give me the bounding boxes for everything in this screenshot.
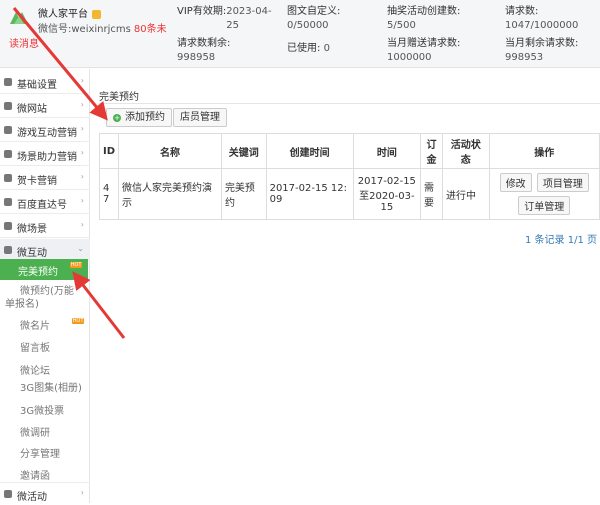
chevron-right-icon: › — [80, 488, 84, 497]
chevron-right-icon: › — [80, 172, 84, 181]
table-row: 47 微信人家完美预约演示 完美预约 2017-02-15 12:09 2017… — [98, 168, 600, 220]
table-header-row: ID 名称 关键词 创建时间 时间 订金 活动状态 操作 — [98, 133, 600, 169]
card-icon — [4, 174, 12, 182]
divider — [99, 103, 600, 104]
col-id: ID — [98, 133, 120, 169]
subnav-survey[interactable]: 微调研 — [20, 424, 50, 439]
stat-requests-remaining: 请求数剩余: 998958 — [177, 38, 231, 63]
chevron-right-icon: › — [80, 220, 84, 229]
project-manage-button[interactable]: 项目管理 — [536, 173, 589, 192]
col-status: 活动状态 — [441, 133, 490, 169]
vip-badge-icon — [92, 9, 101, 19]
plus-icon: + — [113, 114, 121, 122]
stat-news-custom: 图文自定义: 0/50000 — [287, 6, 341, 31]
unread-messages-link[interactable]: 读消息 — [9, 35, 39, 50]
add-booking-button[interactable]: + 添加预约 — [106, 108, 172, 127]
brand-name: 微人家平台 — [38, 9, 88, 20]
activity-icon — [4, 490, 12, 498]
cell-actions: 修改 项目管理 订单管理 — [488, 168, 600, 220]
cell-id: 47 — [98, 168, 120, 220]
col-keyword: 关键词 — [220, 133, 267, 169]
subnav-business-card[interactable]: 微名片 HOT — [20, 317, 84, 332]
stat-used: 已使用: 0 — [287, 43, 330, 54]
cell-time: 2017-02-15至2020-03-15 — [352, 168, 422, 220]
col-actions: 操作 — [488, 133, 600, 169]
nav-micro-activity[interactable]: 微活动 › — [0, 482, 90, 505]
col-time: 时间 — [352, 133, 422, 169]
hot-badge: HOT — [70, 262, 82, 268]
game-icon — [4, 126, 12, 134]
chevron-right-icon: › — [80, 196, 84, 205]
hot-badge: HOT — [72, 318, 84, 324]
stat-monthly-gift: 当月赠送请求数: 1000000 — [387, 38, 461, 63]
stat-requests: 请求数: 1047/1000000 — [505, 6, 579, 31]
subnav-share-manage[interactable]: 分享管理 — [20, 445, 60, 460]
nav-greeting-card[interactable]: 贺卡营销 › — [0, 167, 90, 190]
nav-scene-boost[interactable]: 场景助力营销 › — [0, 143, 90, 166]
top-header: 微人家平台 微信号:weixinrjcms 80条未 读消息 VIP有效期:202… — [0, 0, 600, 68]
logo-icon — [10, 12, 28, 24]
cell-status: 进行中 — [441, 168, 490, 220]
main-panel: 完美预约 + 添加预约 店员管理 ID 名称 关键词 创建时间 时间 订金 活动状… — [91, 69, 600, 503]
scene-icon — [4, 222, 12, 230]
sidebar: 基础设置 › 微网站 › 游戏互动营销 › 场景助力营销 › 贺卡营销 › 百度直达号 › … — [0, 69, 90, 503]
col-deposit: 订金 — [420, 133, 443, 169]
nav-micro-scene[interactable]: 微场景 › — [0, 215, 90, 238]
nav-micro-site[interactable]: 微网站 › — [0, 95, 90, 118]
wechat-account: 微信号:weixinrjcms — [38, 24, 131, 35]
nav-baidu-direct[interactable]: 百度直达号 › — [0, 191, 90, 214]
chevron-right-icon: › — [80, 76, 84, 85]
cell-name: 微信人家完美预约演示 — [118, 168, 222, 220]
chevron-down-icon: ⌄ — [77, 244, 84, 253]
nav-game-marketing[interactable]: 游戏互动营销 › — [0, 119, 90, 142]
stat-monthly-remaining: 当月剩余请求数: 998953 — [505, 38, 579, 63]
baidu-icon — [4, 198, 12, 206]
pagination-info[interactable]: 1 条记录 1/1 页 — [525, 231, 597, 246]
edit-button[interactable]: 修改 — [499, 173, 532, 192]
page-title: 完美预约 — [99, 92, 139, 103]
scene-icon — [4, 150, 12, 158]
cell-keyword: 完美预约 — [220, 168, 267, 220]
cell-deposit: 需要 — [420, 168, 443, 220]
order-manage-button[interactable]: 订单管理 — [518, 196, 571, 215]
cell-created: 2017-02-15 12:09 — [265, 168, 354, 220]
stat-vip-expiry: VIP有效期:2023-04-25 — [177, 6, 272, 31]
settings-icon — [4, 78, 12, 86]
subnav-forum[interactable]: 微论坛 — [20, 362, 50, 377]
subnav-invitation[interactable]: 邀请函 — [20, 467, 50, 482]
col-name: 名称 — [118, 133, 222, 169]
subnav-micro-booking-cont[interactable]: 单报名) — [5, 295, 39, 310]
stat-lottery-created: 抽奖活动创建数: 5/500 — [387, 6, 461, 31]
booking-table: ID 名称 关键词 创建时间 时间 订金 活动状态 操作 47 微信人家完美预约… — [98, 133, 600, 220]
interact-icon — [4, 246, 12, 254]
subnav-3g-gallery[interactable]: 3G图集(相册) — [20, 379, 82, 394]
subnav-perfect-booking[interactable]: 完美预约 HOT — [0, 259, 88, 280]
nav-basic-settings[interactable]: 基础设置 › — [0, 71, 90, 94]
chevron-right-icon: › — [80, 100, 84, 109]
staff-manage-button[interactable]: 店员管理 — [173, 108, 227, 127]
subnav-3g-vote[interactable]: 3G微投票 — [20, 402, 64, 417]
brand-block: 微人家平台 微信号:weixinrjcms 80条未 读消息 — [0, 0, 167, 68]
site-icon — [4, 102, 12, 110]
subnav-message-board[interactable]: 留言板 — [20, 339, 50, 354]
chevron-right-icon: › — [80, 124, 84, 133]
chevron-right-icon: › — [80, 148, 84, 157]
account-info: 微信号:weixinrjcms 80条未 — [38, 20, 167, 35]
col-created: 创建时间 — [265, 133, 354, 169]
unread-count[interactable]: 80条未 — [134, 24, 167, 35]
